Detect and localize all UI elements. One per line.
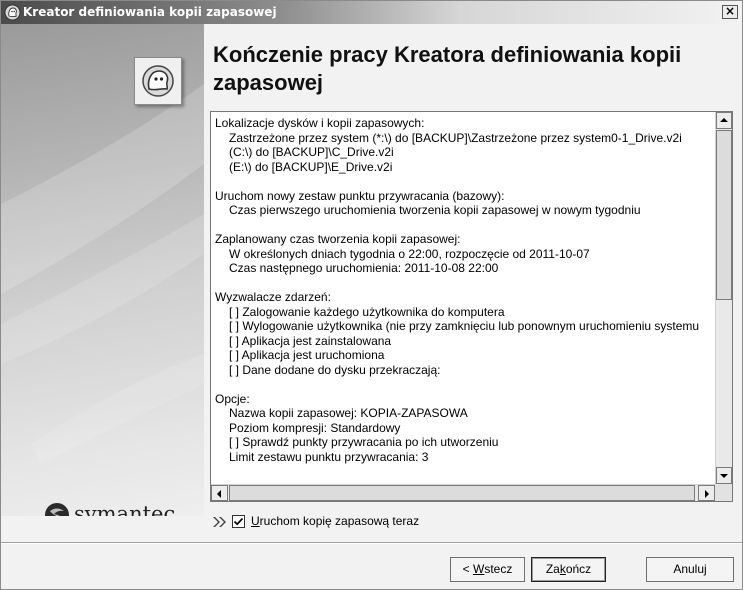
summary-line: (E:\) do [BACKUP]\E_Drive.v2i (229, 159, 393, 174)
run-now-checkbox[interactable] (232, 515, 245, 528)
summary-line (215, 276, 711, 291)
arrow-up-icon (720, 118, 728, 122)
arrow-left-icon (217, 490, 221, 498)
summary-line: Lokalizacje dysków i kopii zapasowych: (215, 116, 425, 130)
summary-textbox[interactable]: Lokalizacje dysków i kopii zapasowych: Za… (210, 111, 733, 502)
wizard-sidebar: symantec. (1, 24, 204, 516)
summary-line: Czas następnego uruchomienia: 2011-10-08… (229, 261, 499, 275)
summary-line: Czas pierwszego uruchomienia tworzenia k… (229, 203, 641, 217)
summary-line (215, 218, 711, 233)
run-now-label-text: ruchom kopię zapasową teraz (259, 514, 420, 528)
summary-line: [ ] Aplikacja jest zainstalowana (229, 333, 392, 348)
back-button-accelerator: W (473, 562, 485, 576)
ghost-wizard-icon (134, 57, 182, 105)
summary-line: W określonych dniach tygodnia o 22:00, r… (229, 246, 590, 261)
symantec-logo: symantec. (44, 498, 194, 516)
window-title: Kreator definiowania kopii zapasowej (23, 5, 277, 19)
summary-line (215, 377, 711, 392)
summary-line: Wyzwalacze zdarzeń: (215, 290, 331, 304)
summary-line: Limit zestawu punktu przywracania: 3 (229, 449, 429, 464)
back-button-prefix: < (462, 562, 473, 576)
vertical-scroll-thumb[interactable] (716, 130, 732, 300)
finish-button-text: ończ (565, 562, 592, 576)
scroll-up-button[interactable] (716, 112, 732, 129)
wizard-window: Kreator definiowania kopii zapasowej × s… (0, 0, 743, 590)
brand-name: symantec. (74, 502, 182, 516)
close-icon[interactable]: × (722, 5, 738, 19)
run-now-label: Uruchom kopię zapasową teraz (251, 514, 419, 528)
run-now-label-accelerator: U (251, 514, 260, 528)
summary-line: Zaplanowany czas tworzenia kopii zapasow… (215, 232, 461, 246)
arrow-down-icon (720, 474, 728, 478)
horizontal-scroll-thumb[interactable] (229, 485, 695, 501)
scroll-corner (715, 484, 732, 501)
summary-line: [ ] Dane dodane do dysku przekraczają: (229, 362, 441, 377)
symantec-ghost-icon (4, 4, 21, 21)
summary-line: Poziom kompresji: Standardowy (229, 420, 401, 435)
summary-line: [ ] Zalogowanie każdego użytkownika do k… (229, 304, 505, 319)
summary-line: [ ] Aplikacja jest uruchomiona (229, 348, 385, 362)
scroll-down-button[interactable] (716, 467, 732, 484)
summary-line: Uruchom nowy zestaw punktu przywracania … (215, 188, 505, 203)
double-arrow-icon (213, 517, 226, 527)
title-bar[interactable]: Kreator definiowania kopii zapasowej × (1, 1, 742, 24)
horizontal-scrollbar[interactable] (211, 484, 715, 501)
back-button[interactable]: < Wstecz (450, 557, 525, 582)
back-button-text: stecz (484, 562, 513, 576)
summary-line: [ ] Wylogowanie użytkownika (nie przy za… (229, 319, 700, 333)
checkmark-icon (233, 517, 244, 526)
footer-separator (1, 542, 742, 544)
finish-button[interactable]: Zakończ (531, 557, 606, 582)
summary-line: [ ] Sprawdź punkty przywracania po ich u… (229, 435, 499, 449)
page-title: Kończenie pracy Kreatora definiowania ko… (213, 42, 682, 95)
summary-line (215, 174, 711, 189)
summary-line: Nazwa kopii zapasowej: KOPIA-ZAPASOWA (229, 406, 468, 420)
symantec-mark-icon (45, 503, 69, 516)
scroll-left-button[interactable] (211, 485, 228, 501)
summary-line: (C:\) do [BACKUP]\C_Drive.v2i (229, 145, 394, 159)
summary-line: Opcje: (215, 391, 250, 406)
cancel-button[interactable]: Anuluj (646, 557, 734, 582)
vertical-scrollbar[interactable] (715, 112, 732, 484)
arrow-right-icon (705, 490, 709, 498)
summary-line: Zastrzeżone przez system (*:\) do [BACKU… (229, 130, 682, 145)
summary-content: Lokalizacje dysków i kopii zapasowych: Za… (215, 116, 711, 484)
scroll-right-button[interactable] (698, 485, 715, 501)
finish-button-prefix: Za (545, 562, 560, 576)
